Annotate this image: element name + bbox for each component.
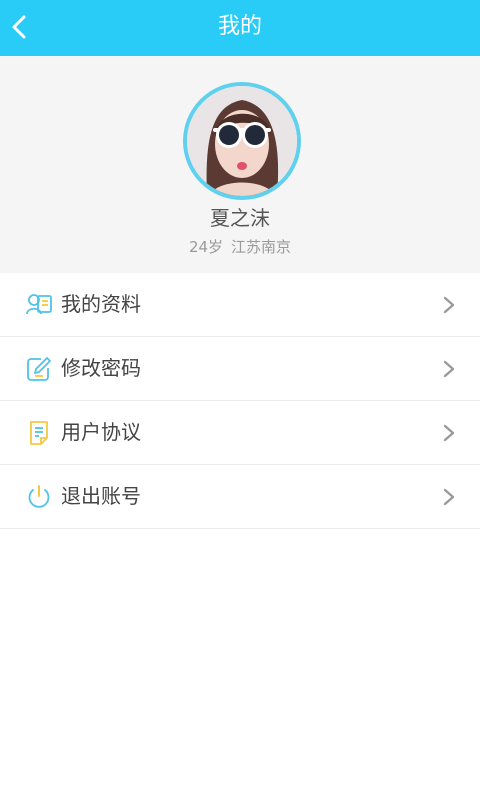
avatar-photo: [187, 86, 297, 196]
menu-item-logout[interactable]: 退出账号: [0, 465, 480, 529]
profile-card-icon: [26, 294, 52, 315]
chevron-right-icon: [443, 296, 455, 314]
user-name: 夏之沫: [210, 206, 270, 230]
menu-label-logout: 退出账号: [61, 484, 141, 508]
chevron-right-icon: [443, 488, 455, 506]
user-meta: 24岁 江苏南京: [0, 236, 480, 257]
chevron-right-icon: [443, 360, 455, 378]
page-title: 我的: [217, 14, 262, 39]
top-bar: 我的: [0, 0, 480, 56]
user-age: 24岁: [188, 238, 224, 256]
menu-item-change-password[interactable]: 修改密码: [0, 337, 480, 401]
chevron-right-icon: [443, 424, 455, 442]
document-icon: [30, 421, 48, 445]
menu-item-my-profile[interactable]: 我的资料: [0, 273, 480, 337]
menu-item-user-agreement[interactable]: 用户协议: [0, 401, 480, 465]
menu-label-change-password: 修改密码: [61, 356, 141, 380]
power-icon: [28, 485, 50, 508]
menu-label-user-agreement: 用户协议: [61, 420, 141, 444]
settings-menu: 我的资料 修改密码 用户协议 退出账号: [0, 273, 480, 529]
app-screen: 我的 夏之沫 24岁 江苏南京 我的资料 修改密码 用户协议 退出账号: [0, 0, 480, 800]
user-location: 江苏南京: [231, 238, 292, 256]
menu-label-my-profile: 我的资料: [61, 292, 141, 316]
profile-section: 夏之沫 24岁 江苏南京: [0, 56, 480, 273]
avatar[interactable]: [183, 82, 301, 200]
edit-icon: [27, 357, 51, 381]
